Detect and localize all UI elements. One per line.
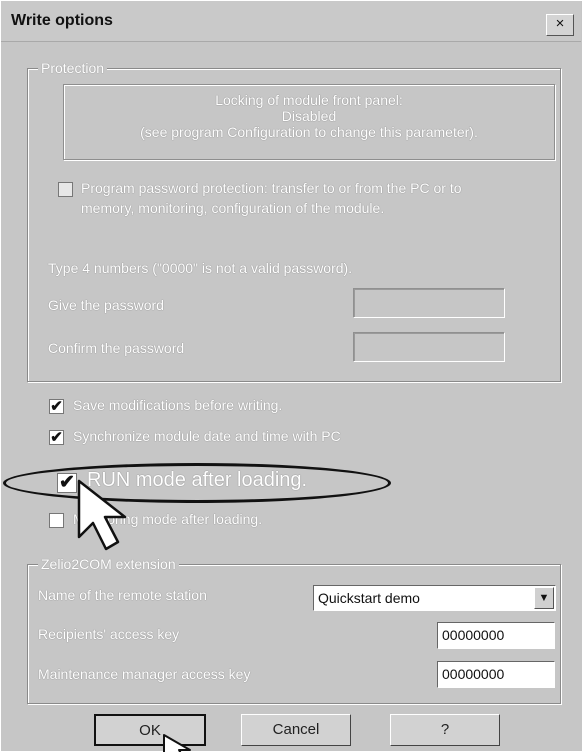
confirm-password-input[interactable] <box>353 332 505 362</box>
password-protection-checkbox[interactable] <box>58 182 73 197</box>
maintenance-key-label: Maintenance manager access key <box>38 666 251 682</box>
zelio2com-legend: Zelio2COM extension <box>38 556 179 572</box>
synchronize-date-label: Synchronize module date and time with PC <box>73 428 341 444</box>
dropdown-arrow-icon[interactable]: ▼ <box>534 587 554 609</box>
password-protection-label-2: memory, monitoring, configuration of the… <box>81 200 385 216</box>
write-options-dialog: Write options × Protection Locking of mo… <box>0 0 582 752</box>
confirm-password-label: Confirm the password <box>48 340 185 356</box>
dialog-title: Write options <box>11 12 113 29</box>
info-line-1: Locking of module front panel: <box>215 92 403 108</box>
recipients-key-input[interactable]: 00000000 <box>437 622 555 649</box>
front-panel-lock-info: Locking of module front panel: Disabled … <box>63 84 555 160</box>
remote-station-dropdown[interactable]: Quickstart demo ▼ <box>313 585 556 611</box>
help-button[interactable]: ? <box>390 714 500 746</box>
mouse-cursor-icon <box>163 734 191 752</box>
cancel-button[interactable]: Cancel <box>241 714 351 746</box>
recipients-key-label: Recipients' access key <box>38 626 180 642</box>
maintenance-key-input[interactable]: 00000000 <box>437 661 555 688</box>
give-password-label: Give the password <box>48 297 164 313</box>
title-bar[interactable]: Write options × <box>1 1 581 42</box>
give-password-input[interactable] <box>353 288 505 318</box>
remote-station-value: Quickstart demo <box>318 590 420 606</box>
synchronize-date-checkbox[interactable]: ✔ <box>49 430 64 445</box>
save-modifications-checkbox[interactable]: ✔ <box>49 399 64 414</box>
info-line-2: Disabled <box>281 108 337 124</box>
monitoring-mode-checkbox[interactable] <box>49 513 64 528</box>
password-hint: Type 4 numbers ("0000" is not a valid pa… <box>48 260 353 276</box>
mouse-cursor-icon <box>77 479 127 551</box>
info-line-3: (see program Configuration to change thi… <box>140 124 478 140</box>
password-protection-label-1: Program password protection: transfer to… <box>81 180 462 196</box>
protection-legend: Protection <box>38 60 108 76</box>
remote-station-label: Name of the remote station <box>38 587 207 603</box>
save-modifications-label: Save modifications before writing. <box>73 397 283 413</box>
close-button[interactable]: × <box>546 14 574 36</box>
